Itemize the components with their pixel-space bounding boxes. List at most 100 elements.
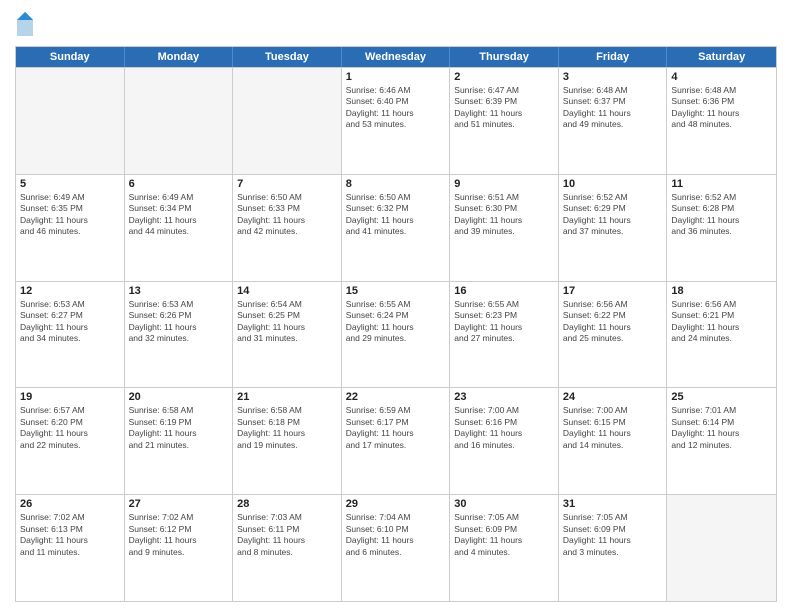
day-info: Sunrise: 7:00 AM Sunset: 6:16 PM Dayligh… [454,405,554,451]
calendar-day-14: 14 Sunrise: 6:54 AM Sunset: 6:25 PM Dayli… [233,282,342,388]
calendar: SundayMondayTuesdayWednesdayThursdayFrid… [15,46,777,602]
calendar-day-2: 2Sunrise: 6:47 AM Sunset: 6:39 PM Daylig… [450,68,559,174]
calendar-day-29: 29 Sunrise: 7:04 AM Sunset: 6:10 PM Dayli… [342,495,451,601]
day-number: 30 [454,498,554,510]
calendar-day-23: 23 Sunrise: 7:00 AM Sunset: 6:16 PM Dayli… [450,388,559,494]
day-info: Sunrise: 7:05 AM Sunset: 6:09 PM Dayligh… [454,512,554,558]
calendar-day-30: 30 Sunrise: 7:05 AM Sunset: 6:09 PM Dayli… [450,495,559,601]
calendar-day-10: 10 Sunrise: 6:52 AM Sunset: 6:29 PM Dayli… [559,175,668,281]
day-number: 15 [346,285,446,297]
calendar-header: SundayMondayTuesdayWednesdayThursdayFrid… [16,47,776,67]
calendar-empty-cell [233,68,342,174]
day-info: Sunrise: 6:49 AM Sunset: 6:35 PM Dayligh… [20,192,120,238]
calendar-row-2: 5 Sunrise: 6:49 AM Sunset: 6:35 PM Daylig… [16,174,776,281]
weekday-header-friday: Friday [559,47,668,67]
weekday-header-wednesday: Wednesday [342,47,451,67]
calendar-day-22: 22 Sunrise: 6:59 AM Sunset: 6:17 PM Dayli… [342,388,451,494]
calendar-day-15: 15 Sunrise: 6:55 AM Sunset: 6:24 PM Dayli… [342,282,451,388]
calendar-day-7: 7 Sunrise: 6:50 AM Sunset: 6:33 PM Daylig… [233,175,342,281]
day-info: Sunrise: 7:05 AM Sunset: 6:09 PM Dayligh… [563,512,663,558]
day-number: 24 [563,391,663,403]
day-info: Sunrise: 6:47 AM Sunset: 6:39 PM Dayligh… [454,85,554,131]
calendar-day-16: 16 Sunrise: 6:55 AM Sunset: 6:23 PM Dayli… [450,282,559,388]
calendar-day-31: 31 Sunrise: 7:05 AM Sunset: 6:09 PM Dayli… [559,495,668,601]
day-info: Sunrise: 6:55 AM Sunset: 6:23 PM Dayligh… [454,299,554,345]
calendar-day-3: 3 Sunrise: 6:48 AM Sunset: 6:37 PM Daylig… [559,68,668,174]
day-number: 25 [671,391,772,403]
logo [15,10,39,38]
day-number: 31 [563,498,663,510]
calendar-day-9: 9 Sunrise: 6:51 AM Sunset: 6:30 PM Daylig… [450,175,559,281]
calendar-day-17: 17Sunrise: 6:56 AM Sunset: 6:22 PM Dayli… [559,282,668,388]
day-info: Sunrise: 7:00 AM Sunset: 6:15 PM Dayligh… [563,405,663,451]
day-info: Sunrise: 7:04 AM Sunset: 6:10 PM Dayligh… [346,512,446,558]
calendar-day-20: 20 Sunrise: 6:58 AM Sunset: 6:19 PM Dayli… [125,388,234,494]
day-number: 29 [346,498,446,510]
day-info: Sunrise: 6:56 AM Sunset: 6:21 PM Dayligh… [671,299,772,345]
day-info: Sunrise: 6:58 AM Sunset: 6:19 PM Dayligh… [129,405,229,451]
calendar-day-1: 1 Sunrise: 6:46 AM Sunset: 6:40 PM Daylig… [342,68,451,174]
day-number: 4 [671,71,772,83]
day-number: 5 [20,178,120,190]
day-number: 16 [454,285,554,297]
day-info: Sunrise: 6:48 AM Sunset: 6:37 PM Dayligh… [563,85,663,131]
calendar-day-5: 5 Sunrise: 6:49 AM Sunset: 6:35 PM Daylig… [16,175,125,281]
calendar-body: 1 Sunrise: 6:46 AM Sunset: 6:40 PM Daylig… [16,67,776,601]
day-info: Sunrise: 6:54 AM Sunset: 6:25 PM Dayligh… [237,299,337,345]
day-info: Sunrise: 6:50 AM Sunset: 6:32 PM Dayligh… [346,192,446,238]
calendar-row-1: 1 Sunrise: 6:46 AM Sunset: 6:40 PM Daylig… [16,67,776,174]
day-number: 14 [237,285,337,297]
calendar-day-26: 26Sunrise: 7:02 AM Sunset: 6:13 PM Dayli… [16,495,125,601]
day-number: 26 [20,498,120,510]
weekday-header-saturday: Saturday [667,47,776,67]
calendar-day-27: 27 Sunrise: 7:02 AM Sunset: 6:12 PM Dayli… [125,495,234,601]
calendar-day-6: 6 Sunrise: 6:49 AM Sunset: 6:34 PM Daylig… [125,175,234,281]
calendar-day-24: 24 Sunrise: 7:00 AM Sunset: 6:15 PM Dayli… [559,388,668,494]
day-info: Sunrise: 6:48 AM Sunset: 6:36 PM Dayligh… [671,85,772,131]
calendar-day-19: 19 Sunrise: 6:57 AM Sunset: 6:20 PM Dayli… [16,388,125,494]
day-number: 9 [454,178,554,190]
weekday-header-thursday: Thursday [450,47,559,67]
calendar-row-4: 19 Sunrise: 6:57 AM Sunset: 6:20 PM Dayli… [16,387,776,494]
day-number: 7 [237,178,337,190]
day-number: 28 [237,498,337,510]
day-info: Sunrise: 6:57 AM Sunset: 6:20 PM Dayligh… [20,405,120,451]
day-number: 8 [346,178,446,190]
day-info: Sunrise: 6:52 AM Sunset: 6:29 PM Dayligh… [563,192,663,238]
day-number: 11 [671,178,772,190]
day-info: Sunrise: 6:50 AM Sunset: 6:33 PM Dayligh… [237,192,337,238]
calendar-row-3: 12Sunrise: 6:53 AM Sunset: 6:27 PM Dayli… [16,281,776,388]
day-number: 18 [671,285,772,297]
day-number: 3 [563,71,663,83]
day-number: 20 [129,391,229,403]
day-info: Sunrise: 6:46 AM Sunset: 6:40 PM Dayligh… [346,85,446,131]
calendar-day-28: 28Sunrise: 7:03 AM Sunset: 6:11 PM Dayli… [233,495,342,601]
day-number: 12 [20,285,120,297]
day-number: 6 [129,178,229,190]
day-info: Sunrise: 7:02 AM Sunset: 6:12 PM Dayligh… [129,512,229,558]
weekday-header-monday: Monday [125,47,234,67]
weekday-header-sunday: Sunday [16,47,125,67]
day-info: Sunrise: 6:56 AM Sunset: 6:22 PM Dayligh… [563,299,663,345]
calendar-day-25: 25 Sunrise: 7:01 AM Sunset: 6:14 PM Dayli… [667,388,776,494]
day-info: Sunrise: 6:55 AM Sunset: 6:24 PM Dayligh… [346,299,446,345]
calendar-page: SundayMondayTuesdayWednesdayThursdayFrid… [0,0,792,612]
day-number: 10 [563,178,663,190]
calendar-day-4: 4 Sunrise: 6:48 AM Sunset: 6:36 PM Daylig… [667,68,776,174]
calendar-day-12: 12Sunrise: 6:53 AM Sunset: 6:27 PM Dayli… [16,282,125,388]
day-info: Sunrise: 6:59 AM Sunset: 6:17 PM Dayligh… [346,405,446,451]
day-info: Sunrise: 6:49 AM Sunset: 6:34 PM Dayligh… [129,192,229,238]
day-number: 27 [129,498,229,510]
logo-icon [15,10,35,38]
day-info: Sunrise: 7:01 AM Sunset: 6:14 PM Dayligh… [671,405,772,451]
calendar-day-21: 21Sunrise: 6:58 AM Sunset: 6:18 PM Dayli… [233,388,342,494]
day-number: 21 [237,391,337,403]
calendar-empty-cell [16,68,125,174]
day-number: 22 [346,391,446,403]
page-header [15,10,777,38]
day-info: Sunrise: 6:51 AM Sunset: 6:30 PM Dayligh… [454,192,554,238]
calendar-day-18: 18 Sunrise: 6:56 AM Sunset: 6:21 PM Dayli… [667,282,776,388]
day-number: 19 [20,391,120,403]
day-number: 23 [454,391,554,403]
day-number: 1 [346,71,446,83]
